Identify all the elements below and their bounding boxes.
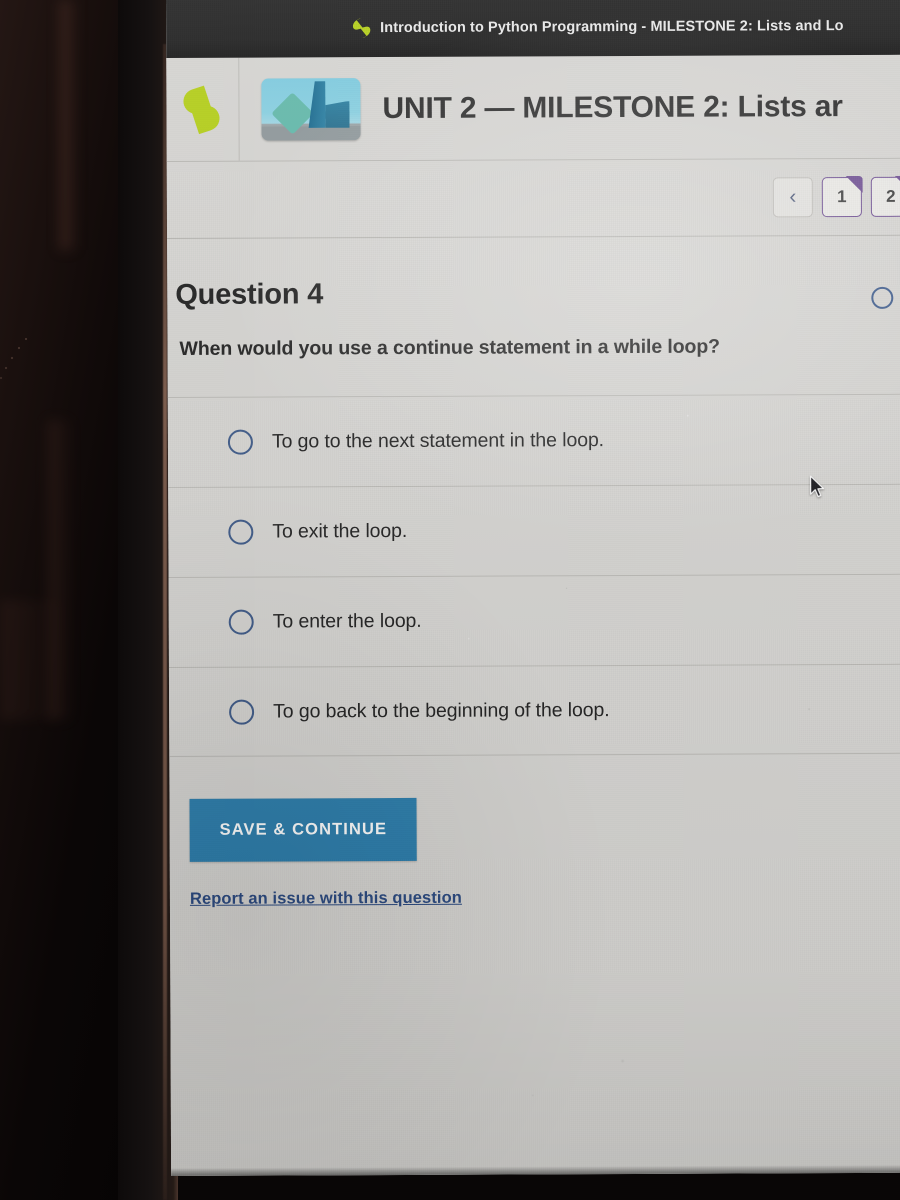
answer-option[interactable]: To exit the loop.	[168, 483, 900, 577]
browser-tab-title: Introduction to Python Programming - MIL…	[380, 18, 844, 37]
unit-title: UNIT 2 — MILESTONE 2: Lists ar	[382, 89, 843, 125]
question-title: Question 4	[175, 278, 324, 311]
question-prompt: When would you use a continue statement …	[179, 335, 721, 360]
page-number-label: 1	[837, 187, 847, 207]
room-light-streak	[60, 0, 78, 250]
answer-option-label: To enter the loop.	[272, 609, 422, 633]
course-thumbnail-image	[261, 77, 361, 141]
answer-option[interactable]: To enter the loop.	[168, 573, 900, 667]
thumbnail-cube-shape	[325, 101, 349, 128]
answer-option[interactable]: To go to the next statement in the loop.	[167, 393, 900, 487]
save-and-continue-button[interactable]: SAVE & CONTINUE	[189, 797, 418, 862]
question-actions: SAVE & CONTINUE Report an issue with thi…	[169, 796, 900, 909]
screen-surface: Introduction to Python Programming - MIL…	[166, 0, 900, 1176]
chevron-left-icon: ‹	[789, 185, 797, 209]
mouse-pointer-icon	[809, 475, 825, 499]
pagination-prev-button[interactable]: ‹	[772, 177, 813, 218]
pagination-page-1[interactable]: 1	[821, 176, 862, 218]
pagination: ‹ 1 2	[772, 176, 900, 218]
answer-option-label: To go back to the beginning of the loop.	[273, 698, 610, 723]
answer-options-list: To go to the next statement in the loop.…	[167, 393, 900, 757]
page-number-label: 2	[886, 186, 896, 206]
room-dot-pattern	[0, 335, 40, 393]
radio-unchecked-icon[interactable]	[227, 429, 253, 455]
photo-of-screen-scene: Introduction to Python Programming - MIL…	[0, 0, 900, 1200]
radio-unchecked-icon[interactable]	[229, 699, 255, 725]
sophia-logo-icon	[352, 17, 371, 39]
course-page: UNIT 2 — MILESTONE 2: Lists ar ‹ 1 2 Que…	[166, 54, 900, 1176]
radio-unchecked-icon[interactable]	[228, 609, 254, 635]
answer-option-label: To go to the next statement in the loop.	[271, 429, 605, 453]
mark-question-toggle[interactable]: Mark th	[871, 276, 900, 309]
radio-unchecked-icon[interactable]	[228, 519, 254, 545]
pagination-page-2[interactable]: 2	[870, 176, 900, 217]
room-light-streak	[0, 600, 70, 720]
browser-title-bar: Introduction to Python Programming - MIL…	[166, 0, 900, 58]
radio-unchecked-icon	[871, 286, 894, 309]
brand-logo-cell[interactable]	[166, 57, 240, 161]
question-header: Question 4 Mark th	[167, 236, 900, 312]
answer-option[interactable]: To go back to the beginning of the loop.	[168, 663, 900, 757]
sophia-logo-icon	[180, 85, 223, 134]
answer-option-label: To exit the loop.	[272, 519, 408, 543]
thumbnail-obelisk-shape	[308, 81, 325, 128]
pagination-row: ‹ 1 2	[166, 158, 900, 239]
report-issue-link[interactable]: Report an issue with this question	[190, 887, 900, 909]
unit-header: UNIT 2 — MILESTONE 2: Lists ar	[166, 54, 900, 162]
